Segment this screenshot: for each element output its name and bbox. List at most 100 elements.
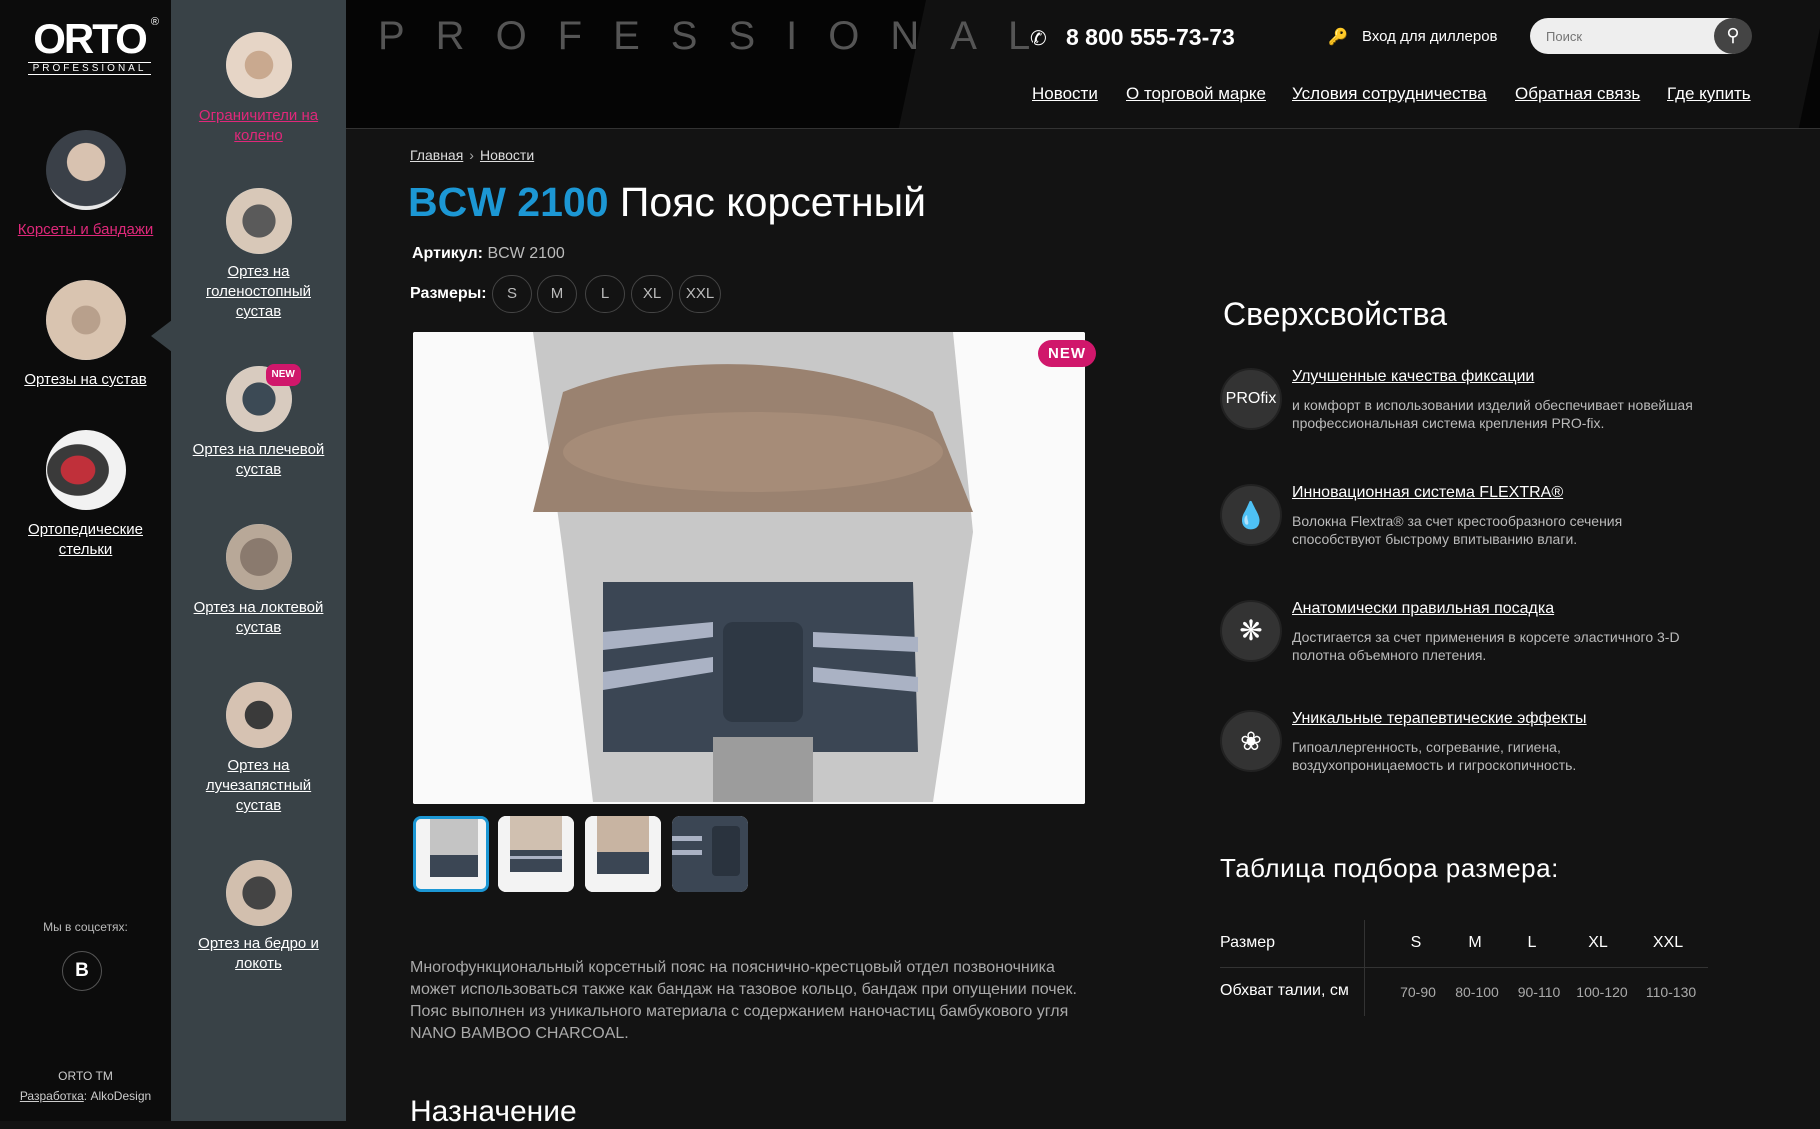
bamboo-icon: ❀ [1220,710,1282,772]
developer-link[interactable]: Разработка [20,1089,84,1103]
table-cell: 90-110 [1517,984,1561,1000]
left-nav-label: Корсеты и бандажи [17,221,154,238]
feature-title[interactable]: Инновационная система FLEXTRA® [1292,484,1563,502]
size-option[interactable]: L [585,275,625,313]
product-photo[interactable] [413,332,1085,804]
logo-wordmark: ORTO [33,15,148,62]
table-size-header: XL [1588,934,1608,951]
brand-logo[interactable]: ORTO PROFESSIONAL ® [22,15,159,76]
breadcrumb-home[interactable]: Главная [410,147,463,163]
new-badge: NEW [265,364,301,386]
nav-cooperation[interactable]: Условия сотрудничества [1292,84,1487,104]
drops-icon: 💧 [1220,484,1282,546]
active-pointer [151,320,172,352]
elbow-brace-image [225,524,292,590]
table-row-label: Обхват талии, см [1220,982,1349,999]
size-option[interactable]: M [537,275,577,313]
weave-icon: ❋ [1220,600,1282,662]
size-option[interactable]: XXL [679,275,721,313]
nav-where-to-buy[interactable]: Где купить [1667,84,1751,104]
left-nav-label: Ортезы на сустав [24,371,147,388]
wrist-brace-image [225,682,292,748]
footer-trademark: ORTO TM [58,1069,113,1083]
profix-icon: PROfix [1220,368,1282,430]
table-row: Обхват талии, см 70-90 80-100 90-110 100… [1220,968,1708,1016]
sub-nav-label: Ортез на плечевой сустав [192,441,325,478]
phone-number[interactable]: 8 800 555-73-73 [1066,24,1235,51]
sub-nav-wrist[interactable]: Ортез на лучезапястный сустав [171,682,346,816]
sub-nav-label: Ортез на локтевой сустав [193,599,324,636]
table-size-header: M [1468,934,1482,951]
size-option[interactable]: XL [631,275,673,313]
left-sidebar: ORTO PROFESSIONAL ® Корсеты и бандажи Ор… [0,0,171,1121]
sizes-label: Размеры: [410,285,487,302]
table-cell: 70-90 [1400,984,1436,1000]
developer-name: : AlkoDesign [83,1089,152,1103]
thumbnail-1[interactable] [413,816,489,892]
sub-nav-shoulder[interactable]: NEW Ортез на плечевой сустав [171,364,346,480]
shoulder-brace-image: NEW [225,364,301,432]
feature-title[interactable]: Анатомически правильная посадка [1292,600,1554,618]
nav-feedback[interactable]: Обратная связь [1515,84,1640,104]
breadcrumb-separator: › [469,147,474,163]
left-nav-corsets[interactable]: Корсеты и бандажи [0,130,171,240]
product-code: BCW 2100 [408,179,609,225]
features-heading: Сверхсвойства [1223,296,1448,332]
sub-nav-label: Ограничители на колено [198,107,319,144]
table-row-header: Размер [1220,934,1275,951]
table-size-header: XXL [1652,934,1684,951]
table-cell: 100-120 [1576,984,1628,1000]
product-name: Пояс корсетный [619,179,927,225]
thumbnail-3[interactable] [585,816,661,892]
ankle-brace-image [225,188,292,254]
dealer-login-link[interactable]: Вход для диллеров [1362,28,1498,45]
breadcrumb-news[interactable]: Новости [480,147,534,163]
thumbnail-4[interactable] [672,816,748,892]
site-header: PROFESSIONAL ✆ 8 800 555-73-73 🔑 Вход дл… [346,0,1820,129]
sub-sidebar: Ограничители на колено Ортез на голеност… [171,0,346,1121]
sub-nav-ankle[interactable]: Ортез на голеностопный сустав [171,188,346,322]
sub-nav-label: Ортез на лучезапястный сустав [205,757,312,814]
knee-brace-image [45,280,126,360]
vk-icon[interactable]: В [62,951,102,991]
table-cell: 110-130 [1645,984,1697,1000]
sub-nav-elbow[interactable]: Ортез на локтевой сустав [171,524,346,638]
table-size-header: S [1410,934,1422,951]
product-description: Многофункциональный корсетный пояс на по… [410,959,1077,1042]
table-cell: 80-100 [1455,984,1499,1000]
search-icon[interactable]: ⚲ [1714,18,1752,54]
social-label: Мы в соцсетях: [43,920,128,934]
knee-limiter-image [225,32,292,98]
sub-nav-label: Ортез на бедро и локоть [198,935,319,972]
product-illustration [413,332,1085,804]
phone-icon: ✆ [1030,28,1047,50]
feature-title[interactable]: Улучшенные качества фиксации [1292,368,1534,386]
left-nav-label: Ортопедические стельки [28,521,143,558]
nav-about-brand[interactable]: О торговой марке [1126,84,1266,104]
feature-title[interactable]: Уникальные терапевтические эффекты [1292,710,1587,728]
footer-developer: Разработка: AlkoDesign [0,1089,171,1103]
breadcrumb: Главная › Новости [410,147,534,163]
sub-nav-label: Ортез на голеностопный сустав [206,263,311,320]
logo-subtitle: PROFESSIONAL [28,62,151,75]
left-nav-insoles[interactable]: Ортопедические стельки [0,430,171,560]
left-nav-orthoses[interactable]: Ортезы на сустав [0,280,171,390]
logo-registered-mark: ® [150,16,159,28]
new-badge: NEW [1038,340,1096,367]
nav-news[interactable]: Новости [1032,84,1098,104]
size-option[interactable]: S [492,275,532,313]
article-label: Артикул: [412,245,483,262]
table-header-row: Размер S M L XL XXL [1220,920,1708,968]
feature-text: Волокна Flextra® за счет крестообразного… [1292,513,1623,547]
thigh-brace-image [225,860,292,926]
key-icon: 🔑 [1328,29,1348,46]
purpose-heading: Назначение [410,1095,577,1128]
sub-nav-knee[interactable]: Ограничители на колено [171,32,346,146]
size-table: Размер S M L XL XXL Обхват талии, см 70-… [1220,920,1708,1016]
article-value: BCW 2100 [487,245,565,262]
page-title: BCW 2100 Пояс корсетный [408,179,926,226]
feature-text: Достигается за счет применения в корсете… [1292,629,1680,663]
thumbnail-2[interactable] [498,816,574,892]
sub-nav-thigh[interactable]: Ортез на бедро и локоть [171,860,346,974]
header-tagline: PROFESSIONAL [378,14,1062,58]
